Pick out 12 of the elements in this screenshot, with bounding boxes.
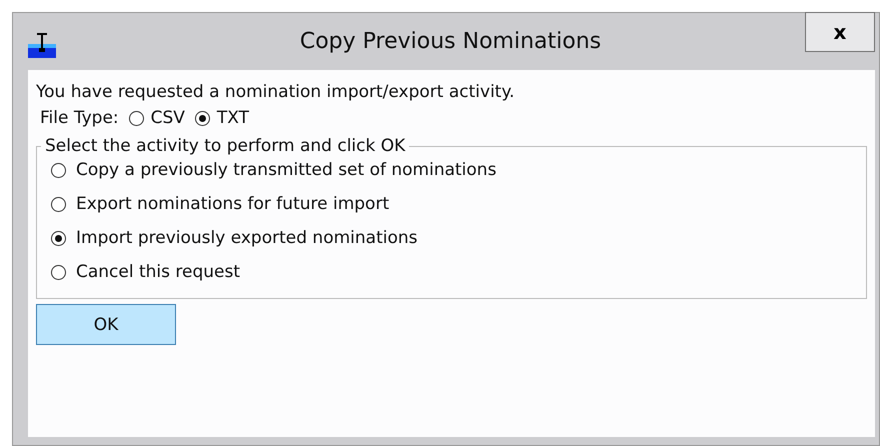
window-title: Copy Previous Nominations — [298, 29, 602, 54]
radio-option[interactable]: Import previously exported nominations — [51, 228, 852, 248]
radio-option[interactable]: Export nominations for future import — [51, 194, 852, 214]
radio-option[interactable]: CSV — [128, 108, 185, 128]
group-legend: Select the activity to perform and click OK — [41, 136, 410, 156]
radio-option[interactable]: TXT — [194, 108, 250, 128]
radio-option[interactable]: Cancel this request — [51, 262, 852, 282]
message-text: You have requested a nomination import/export activity. — [36, 82, 516, 102]
ok-button[interactable]: OK — [36, 304, 176, 345]
close-button[interactable]: x — [805, 12, 875, 52]
radio-option[interactable]: Copy a previously transmitted set of nominations — [51, 160, 852, 180]
file-type-label: File Type: — [40, 108, 119, 128]
